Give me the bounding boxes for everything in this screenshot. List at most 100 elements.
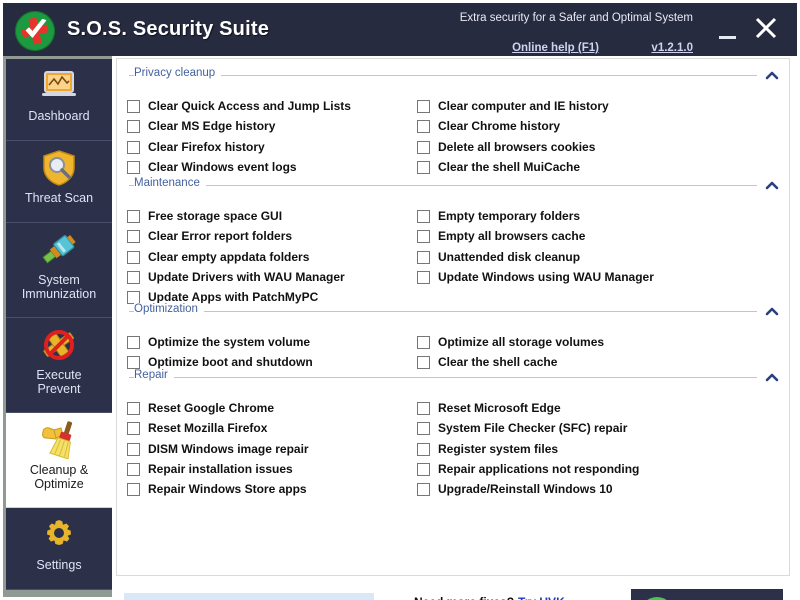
checkbox[interactable] [127, 462, 140, 476]
shield-magnifier-icon [6, 147, 112, 189]
option-row[interactable]: Clear Firefox history [127, 138, 265, 156]
sidebar-item-dashboard[interactable]: Dashboard [6, 59, 112, 141]
group-rows: Free storage space GUI Clear Error repor… [117, 193, 789, 309]
shield-check-icon [15, 11, 55, 51]
chevron-up-icon[interactable] [765, 370, 779, 382]
checkbox[interactable] [127, 421, 140, 435]
checkbox[interactable] [127, 209, 140, 223]
checkbox[interactable] [417, 209, 430, 223]
option-row[interactable]: Clear Quick Access and Jump Lists [127, 97, 351, 115]
checkbox[interactable] [127, 140, 140, 154]
checkbox[interactable] [417, 335, 430, 349]
option-row[interactable]: Clear computer and IE history [417, 97, 609, 115]
checkbox[interactable] [127, 99, 140, 113]
group-repair: Repair Reset Google Chrome Reset Mozilla… [117, 369, 789, 501]
group-header: Optimization [117, 303, 789, 319]
checkbox[interactable] [417, 160, 430, 174]
option-row[interactable]: Empty temporary folders [417, 207, 580, 225]
option-row[interactable]: Repair Windows Store apps [127, 480, 307, 498]
version-link[interactable]: v1.2.1.0 [651, 42, 693, 54]
minimize-icon[interactable] [715, 19, 741, 45]
checkbox[interactable] [127, 335, 140, 349]
option-row[interactable]: Clear MS Edge history [127, 117, 275, 135]
checkbox[interactable] [417, 442, 430, 456]
option-row[interactable]: Free storage space GUI [127, 207, 282, 225]
checkbox[interactable] [417, 482, 430, 496]
group-divider [129, 311, 757, 312]
checkbox[interactable] [127, 355, 140, 369]
checkbox[interactable] [127, 250, 140, 264]
option-row[interactable]: Clear Windows event logs [127, 158, 297, 176]
option-row[interactable]: Reset Microsoft Edge [417, 399, 561, 417]
option-row[interactable]: Repair applications not responding [417, 460, 639, 478]
option-row[interactable]: Empty all browsers cache [417, 227, 585, 245]
checkbox[interactable] [417, 250, 430, 264]
title-bar: S.O.S. Security Suite Extra security for… [0, 0, 800, 56]
option-row[interactable]: Repair installation issues [127, 460, 293, 478]
option-row[interactable]: System File Checker (SFC) repair [417, 419, 627, 437]
group-rows: Optimize the system volume Optimize boot… [117, 319, 789, 375]
option-row[interactable]: Reset Google Chrome [127, 399, 274, 417]
option-label: Update Apps with PatchMyPC [148, 290, 319, 304]
option-label: Delete all browsers cookies [438, 140, 596, 154]
option-row[interactable]: Clear Error report folders [127, 227, 292, 245]
option-label: Unattended disk cleanup [438, 250, 581, 264]
checkbox[interactable] [127, 160, 140, 174]
option-row[interactable]: Unattended disk cleanup [417, 248, 580, 266]
checkbox[interactable] [127, 401, 140, 415]
sidebar-item-label: Settings [36, 558, 82, 572]
option-label: Reset Microsoft Edge [438, 401, 561, 415]
sidebar-item-execute-prevent[interactable]: Execute Prevent [6, 318, 112, 413]
option-row[interactable]: Register system files [417, 440, 558, 458]
checkbox[interactable] [127, 442, 140, 456]
checkbox[interactable] [417, 401, 430, 415]
checkbox[interactable] [417, 140, 430, 154]
checkbox[interactable] [417, 229, 430, 243]
chevron-up-icon[interactable] [765, 68, 779, 80]
group-title: Repair [134, 369, 174, 381]
option-row[interactable]: Optimize the system volume [127, 333, 310, 351]
option-row[interactable]: Upgrade/Reinstall Windows 10 [417, 480, 613, 498]
description-box[interactable]: Select an item to see its description he… [124, 593, 374, 600]
checkbox[interactable] [127, 270, 140, 284]
sidebar-item-threat-scan[interactable]: Threat Scan [6, 141, 112, 223]
option-row[interactable]: Clear empty appdata folders [127, 248, 309, 266]
try-uvk-link[interactable]: Try UVK [518, 595, 565, 600]
checkbox[interactable] [417, 119, 430, 133]
checkbox[interactable] [127, 482, 140, 496]
checkbox[interactable] [127, 119, 140, 133]
option-row[interactable]: Reset Mozilla Firefox [127, 419, 267, 437]
apply-selected-button[interactable]: Apply selected [631, 589, 783, 600]
group-header: Privacy cleanup [117, 67, 789, 83]
help-row: Online help (F1) v1.2.1.0 [393, 38, 693, 56]
option-row[interactable]: Clear Chrome history [417, 117, 560, 135]
option-row[interactable]: Delete all browsers cookies [417, 138, 595, 156]
checkbox[interactable] [417, 270, 430, 284]
chevron-up-icon[interactable] [765, 178, 779, 190]
option-row[interactable]: Clear the shell MuiCache [417, 158, 580, 176]
option-row[interactable]: Optimize all storage volumes [417, 333, 604, 351]
option-row[interactable]: Update Drivers with WAU Manager [127, 268, 345, 286]
checkbox[interactable] [417, 99, 430, 113]
option-row[interactable]: DISM Windows image repair [127, 440, 309, 458]
more-fixes-text: Need more fixes? [414, 595, 514, 600]
option-label: Clear Firefox history [148, 140, 265, 154]
close-icon[interactable] [751, 13, 781, 43]
sidebar-item-cleanup-optimize[interactable]: Cleanup & Optimize [6, 413, 112, 508]
checkbox[interactable] [417, 462, 430, 476]
online-help-link[interactable]: Online help (F1) [512, 42, 599, 54]
app-title: S.O.S. Security Suite [67, 18, 270, 40]
option-label: Repair installation issues [148, 462, 293, 476]
sidebar-item-system-immunization[interactable]: System Immunization [6, 223, 112, 318]
group-title: Maintenance [134, 177, 206, 189]
sidebar-item-settings[interactable]: Settings [6, 508, 112, 590]
checkbox[interactable] [417, 355, 430, 369]
sidebar-item-label: Cleanup & Optimize [29, 463, 89, 491]
checkbox[interactable] [127, 290, 140, 304]
option-row[interactable]: Update Windows using WAU Manager [417, 268, 654, 286]
group-title: Optimization [134, 303, 204, 315]
option-label: DISM Windows image repair [148, 442, 309, 456]
checkbox[interactable] [417, 421, 430, 435]
checkbox[interactable] [127, 229, 140, 243]
chevron-up-icon[interactable] [765, 304, 779, 316]
